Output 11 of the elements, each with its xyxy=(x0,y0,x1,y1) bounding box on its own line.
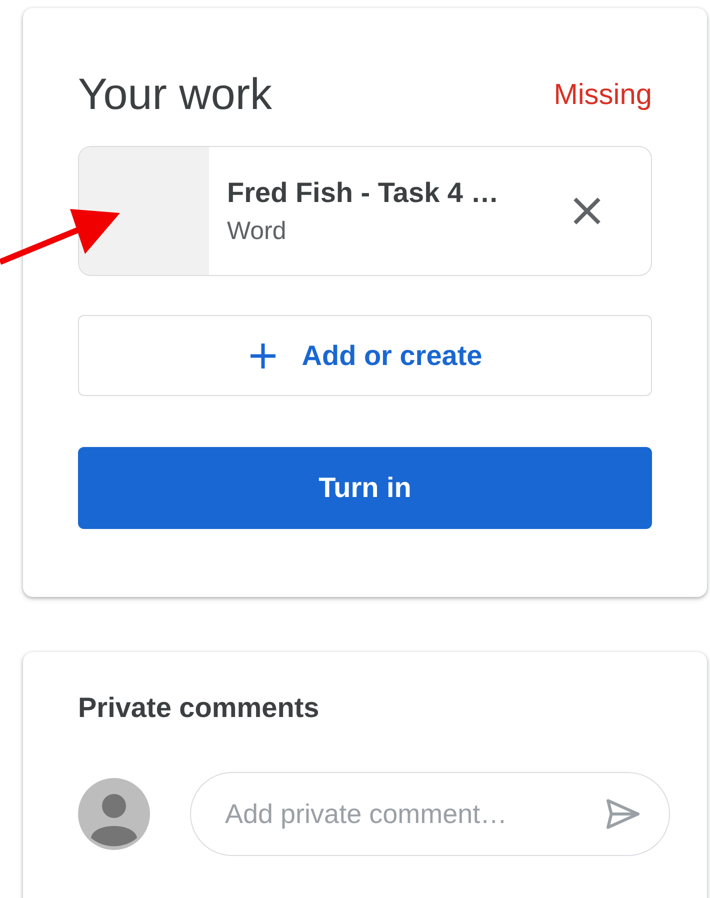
attachment-type: Word xyxy=(227,216,288,246)
card-title: Your work xyxy=(78,70,272,120)
attachment-title: Fred Fish - Task 4 … xyxy=(227,176,500,208)
plus-icon xyxy=(248,340,278,370)
attachment-card[interactable]: Fred Fish - Task 4 … Word xyxy=(78,146,652,276)
status-label: Missing xyxy=(554,78,652,112)
add-button[interactable]: Add or create xyxy=(78,315,652,396)
avatar-icon xyxy=(78,778,150,850)
section-title: Private comments xyxy=(78,692,320,724)
comment-field[interactable]: Add private comment… xyxy=(190,772,670,856)
turn-in-button[interactable]: Turn in xyxy=(78,447,652,529)
